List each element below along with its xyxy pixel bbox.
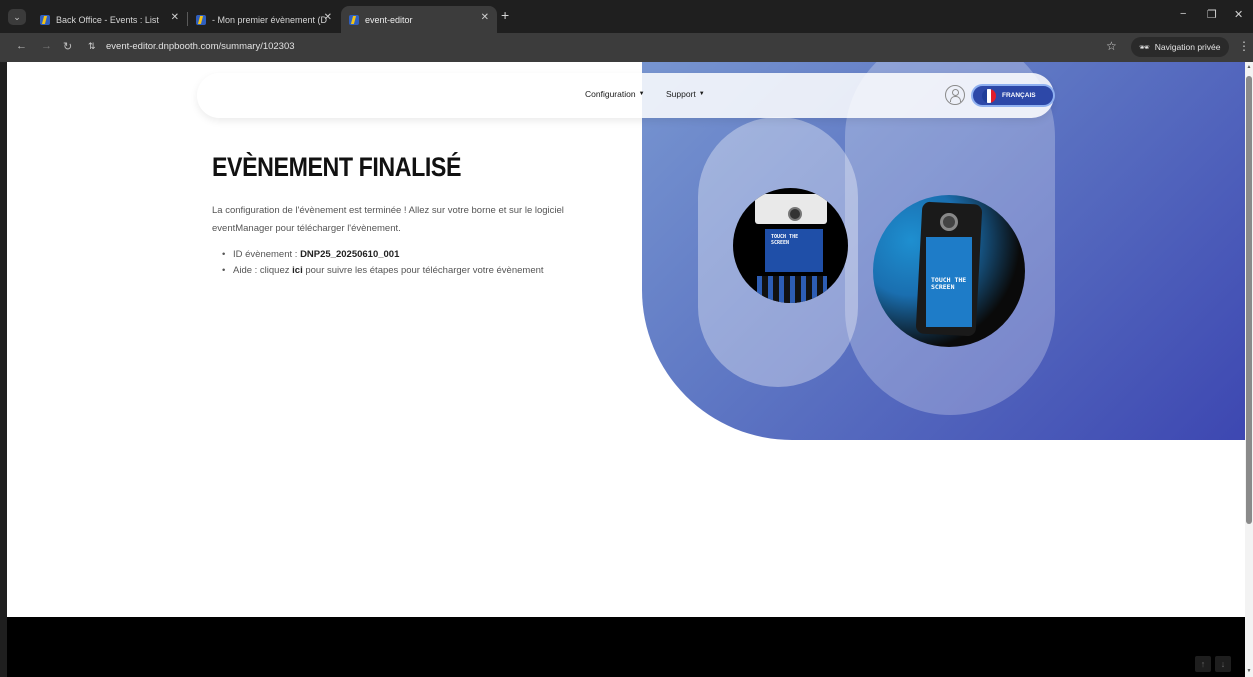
incognito-badge[interactable]: 🕶 Navigation privée [1131, 37, 1230, 57]
reload-icon[interactable]: ↻ [63, 40, 72, 53]
tab-event-editor[interactable]: event-editor ✕ [341, 6, 497, 33]
list-item: ID évènement : DNP25_20250610_001 [222, 247, 544, 263]
booth-screen-text: TOUCH THE SCREEN [771, 234, 799, 246]
site-favicon-icon [40, 14, 50, 25]
scroll-down-arrow-icon[interactable]: ▼ [1246, 668, 1252, 674]
user-account-icon[interactable] [945, 85, 965, 105]
site-header: Configuration ▼ Support ▼ FRANÇAIS [197, 73, 1055, 118]
back-arrow-icon[interactable]: ← [16, 40, 27, 52]
browser-tab-bar: ⌄ Back Office - Events : List ✕ - Mon pr… [0, 0, 1253, 33]
french-flag-icon [982, 88, 996, 103]
booth-screen: TOUCH THE SCREEN [926, 237, 972, 327]
nav-configuration[interactable]: Configuration ▼ [585, 89, 645, 99]
restore-icon[interactable]: ❐ [1207, 8, 1217, 21]
nav-label: Configuration [585, 89, 636, 99]
scrollbar-thumb[interactable] [1246, 76, 1252, 524]
address-bar[interactable]: event-editor.dnpbooth.com/summary/102303 [106, 41, 295, 52]
close-icon[interactable]: ✕ [171, 12, 179, 23]
scroll-up-arrow-icon[interactable]: ▲ [1246, 64, 1252, 70]
site-settings-icon[interactable]: ⇅ [88, 41, 101, 53]
browser-toolbar: ← → ↻ ⇅ event-editor.dnpbooth.com/summar… [0, 33, 1253, 62]
language-button[interactable]: FRANÇAIS [971, 84, 1055, 107]
site-favicon-icon [349, 14, 359, 25]
page-description: La configuration de l'évènement est term… [212, 205, 564, 234]
booth-camera [788, 207, 802, 221]
site-favicon-icon [196, 14, 206, 25]
page-title: EVÈNEMENT FINALISÉ [212, 152, 461, 182]
tab-event-page[interactable]: - Mon premier évènement (DN ✕ [188, 6, 340, 33]
page-footer [7, 617, 1245, 677]
language-label: FRANÇAIS [1002, 92, 1036, 99]
tab-title: event-editor [365, 14, 413, 25]
event-id-value: DNP25_20250610_001 [300, 249, 400, 260]
nav-label: Support [666, 89, 696, 99]
booth-screen: TOUCH THE SCREEN [765, 229, 823, 272]
minimize-icon[interactable]: − [1180, 8, 1186, 20]
browser-menu-icon[interactable]: ⋮ [1238, 39, 1250, 53]
chevron-down-icon: ▼ [698, 91, 705, 97]
booth-camera [940, 213, 958, 231]
photobooth-image: TOUCH THE SCREEN [873, 195, 1025, 347]
close-icon[interactable]: ✕ [481, 12, 489, 23]
window-close-icon[interactable]: ✕ [1234, 8, 1243, 21]
bookmark-star-icon[interactable]: ☆ [1106, 39, 1117, 53]
tab-title: Back Office - Events : List [56, 14, 159, 25]
page-content: TOUCH THE SCREEN TOUCH THE SCREEN Config… [7, 62, 1245, 617]
help-suffix: pour suivre les étapes pour télécharger … [302, 265, 544, 276]
booth-stand [757, 276, 827, 303]
list-item: Aide : cliquez ici pour suivre les étape… [222, 263, 544, 279]
page-viewport: TOUCH THE SCREEN TOUCH THE SCREEN Config… [7, 62, 1245, 677]
incognito-icon: 🕶 [1139, 41, 1150, 52]
scroll-down-button[interactable]: ↓ [1215, 656, 1231, 672]
help-link[interactable]: ici [292, 265, 303, 276]
close-icon[interactable]: ✕ [324, 12, 332, 23]
event-id-label: ID évènement : [233, 249, 301, 260]
forward-arrow-icon[interactable]: → [41, 40, 52, 52]
scroll-up-button[interactable]: ↑ [1195, 656, 1211, 672]
tab-search-button[interactable]: ⌄ [8, 9, 26, 25]
help-prefix: Aide : cliquez [233, 265, 293, 276]
nav-support[interactable]: Support ▼ [666, 89, 705, 99]
incognito-label: Navigation privée [1154, 42, 1221, 52]
tab-title: - Mon premier évènement (DN [212, 14, 327, 25]
booth-screen-text: TOUCH THE SCREEN [931, 276, 967, 292]
new-tab-icon[interactable]: + [501, 7, 509, 23]
photobooth-image: TOUCH THE SCREEN [733, 188, 848, 303]
tab-back-office[interactable]: Back Office - Events : List ✕ [32, 6, 187, 33]
info-list: ID évènement : DNP25_20250610_001 Aide :… [222, 247, 544, 279]
chevron-down-icon: ▼ [638, 91, 645, 97]
